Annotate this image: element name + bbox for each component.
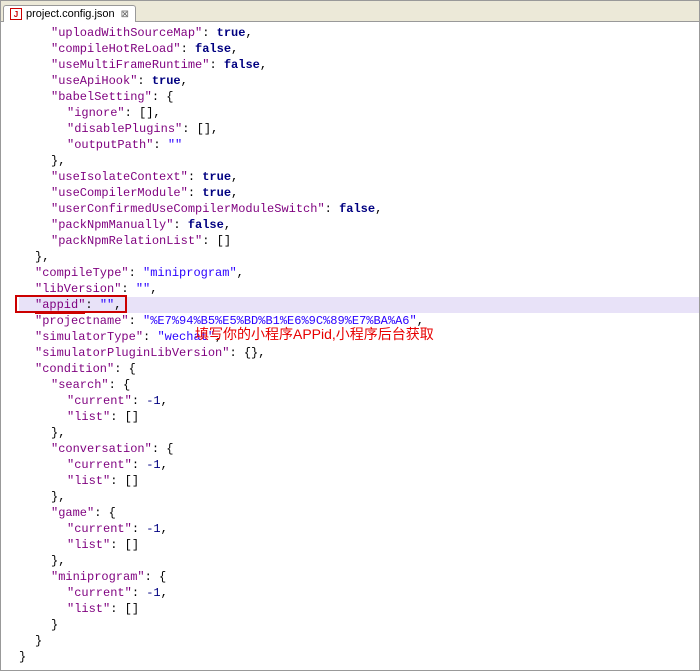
code-editor[interactable]: "uploadWithSourceMap": true, "compileHot… [1,22,699,668]
json-file-icon: J [10,8,22,20]
tab-project-config[interactable]: J project.config.json ⊠ [3,5,136,22]
highlighted-appid-line: "appid": "", [19,297,699,313]
tab-filename: project.config.json [26,8,115,20]
appid-annotation: 填写你的小程序APPid,小程序后台获取 [195,326,434,342]
close-icon[interactable]: ⊠ [121,9,129,20]
tab-bar: J project.config.json ⊠ [1,1,699,22]
